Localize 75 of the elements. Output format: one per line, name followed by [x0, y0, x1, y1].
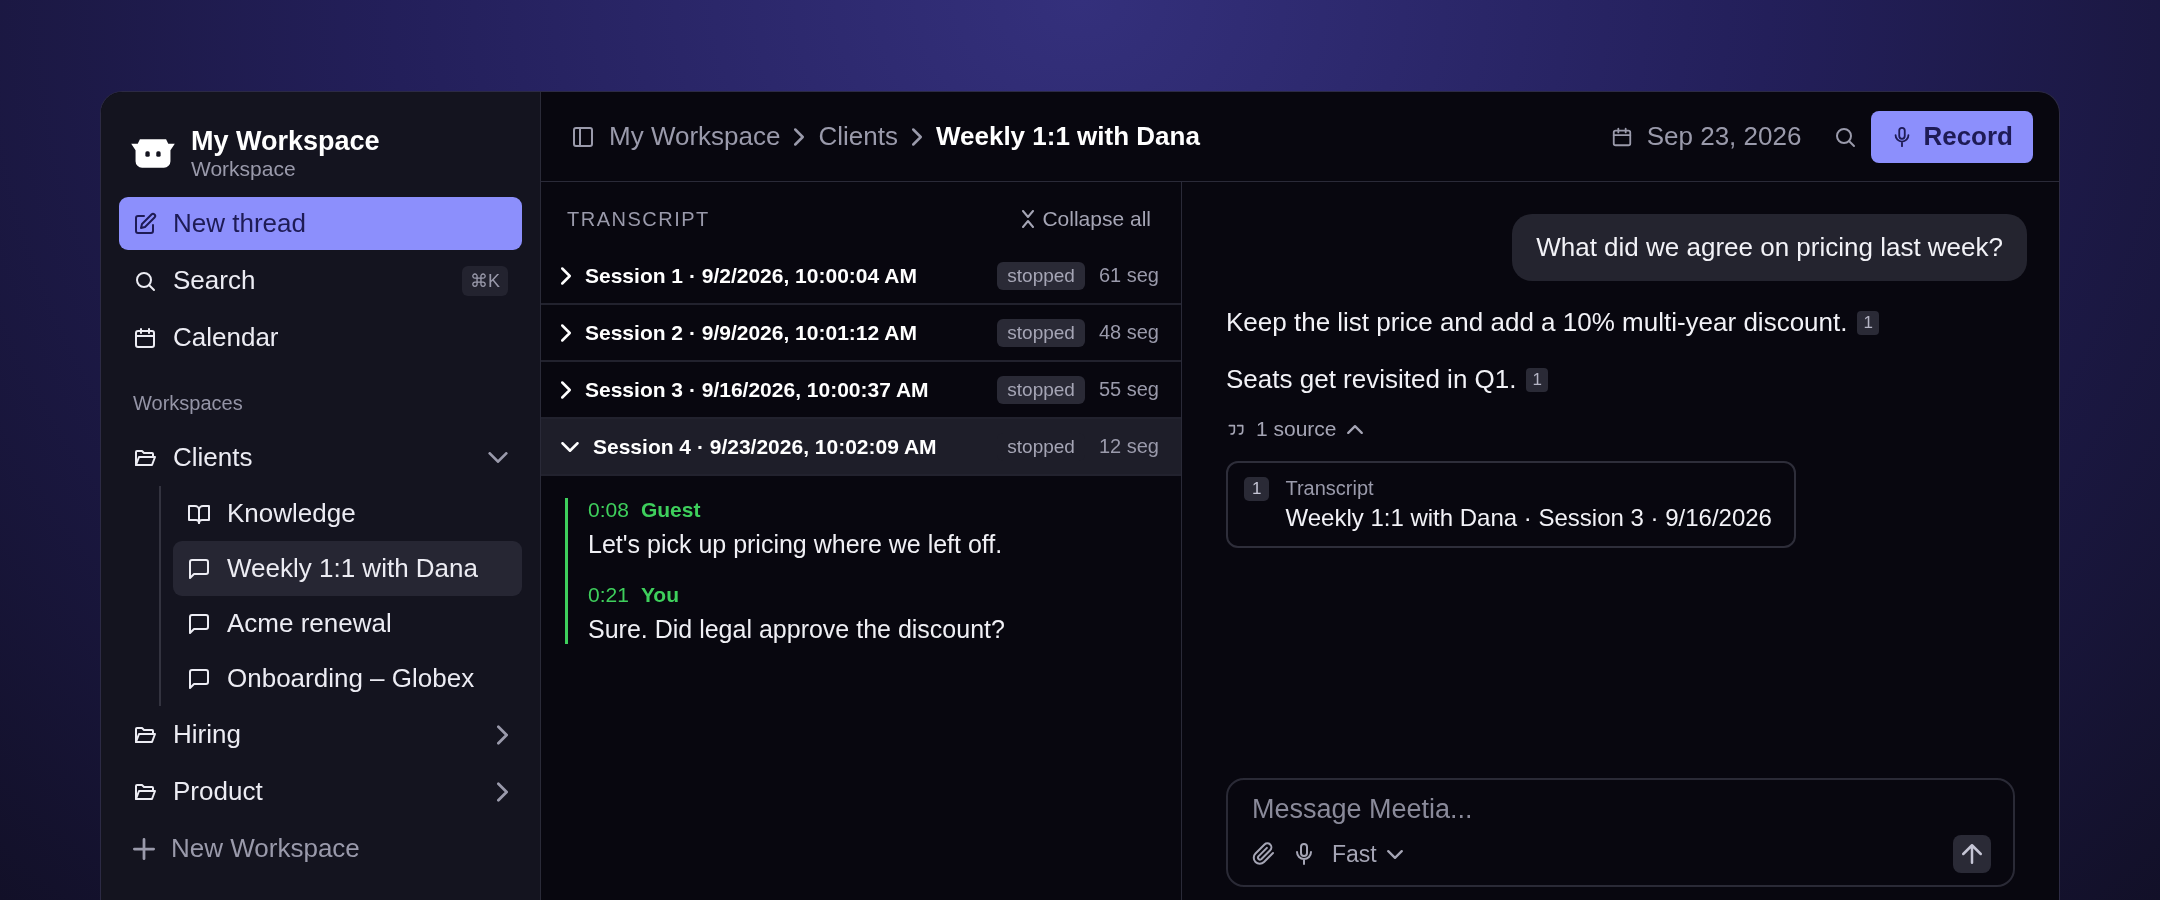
status-badge: stopped: [997, 261, 1085, 290]
folder-item[interactable]: Hiring: [119, 706, 522, 763]
chevron-down-icon: [561, 441, 579, 452]
segment-count: 48 seg: [1098, 321, 1159, 344]
source-title: Weekly 1:1 with Dana · Session 3 · 9/16/2026: [1285, 504, 1772, 532]
chevron-up-icon: [1346, 424, 1363, 434]
chat-bubble-icon: [187, 666, 211, 691]
segment-count: 61 seg: [1098, 264, 1159, 287]
paperclip-icon: [1252, 842, 1276, 866]
section-label: Workspaces: [132, 391, 244, 416]
speaker-name: Guest: [640, 498, 701, 522]
thread-item[interactable]: Knowledge: [173, 486, 522, 541]
chevron-down-icon: [1386, 849, 1403, 859]
segment-count: 12 seg: [1098, 435, 1159, 458]
session-row[interactable]: Session 4 · 9/23/2026, 10:02:09 AM stopped 12 seg: [541, 419, 1181, 476]
plus-icon: [133, 837, 155, 860]
chevron-right-icon: [561, 380, 571, 399]
thread-item[interactable]: Acme renewal: [173, 596, 522, 651]
segment-text: Let's pick up pricing where we left off.: [588, 530, 1004, 559]
folder-item[interactable]: Clients: [119, 429, 522, 486]
session-title: Session 2 · 9/9/2026, 10:01:12 AM: [585, 320, 918, 345]
status-badge: stopped: [997, 375, 1085, 404]
breadcrumb-link[interactable]: Weekly 1:1 with Dana: [935, 121, 1200, 152]
breadcrumb-link[interactable]: Clients: [818, 121, 898, 152]
search-item[interactable]: Search ⌘K: [119, 252, 522, 309]
session-row[interactable]: Session 1 · 9/2/2026, 10:00:04 AM stopped 61 seg: [541, 248, 1181, 305]
mode-dropdown[interactable]: Fast: [1332, 840, 1403, 868]
record-button[interactable]: Record: [1871, 110, 2033, 163]
segment-text: Sure. Did legal approve the discount?: [588, 615, 1006, 644]
source-type: Transcript: [1285, 477, 1375, 500]
collapse-all-button[interactable]: Collapse all: [1016, 206, 1157, 232]
collapse-icon: [1022, 210, 1035, 228]
session-title: Session 4 · 9/23/2026, 10:02:09 AM: [593, 434, 938, 459]
calendar-icon: [133, 325, 157, 350]
breadcrumb-chevron-icon: [911, 127, 922, 146]
shortcut-badge: ⌘K: [462, 265, 508, 296]
citation-badge[interactable]: 1: [1857, 310, 1879, 335]
status-badge: stopped: [997, 318, 1085, 347]
session-title: Session 3 · 9/16/2026, 10:00:37 AM: [585, 377, 930, 402]
chevron-right-icon: [561, 266, 571, 285]
edit-icon: [133, 211, 157, 236]
session-row[interactable]: Session 2 · 9/9/2026, 10:01:12 AM stopped 48 seg: [541, 305, 1181, 362]
arrow-up-icon: [1962, 844, 1982, 864]
message-composer[interactable]: Message Meetia... Fast: [1226, 778, 2015, 887]
breadcrumb-chevron-icon: [794, 127, 805, 146]
workspace-name: My Workspace: [191, 126, 380, 157]
send-button[interactable]: [1953, 835, 1991, 873]
transcript-heading: TRANSCRIPT: [567, 207, 710, 231]
source-card[interactable]: 1 Transcript Weekly 1:1 with Dana · Session 3 · 9/16/2026: [1226, 461, 1796, 548]
assistant-answer-text: Seats get revisited in Q1.: [1226, 364, 1517, 395]
folder-item[interactable]: Product: [119, 763, 522, 820]
robot-logo-icon: [129, 137, 177, 170]
citation-badge[interactable]: 1: [1526, 367, 1548, 392]
speaker-name: You: [640, 583, 679, 607]
thread-item[interactable]: Weekly 1:1 with Dana: [173, 541, 522, 596]
breadcrumb-link[interactable]: My Workspace: [609, 121, 781, 152]
chat-bubble-icon: [187, 556, 211, 581]
calendar-icon: [1610, 125, 1633, 148]
new-thread-button[interactable]: New thread: [119, 197, 522, 250]
thread-item[interactable]: Onboarding – Globex: [173, 651, 522, 706]
session-title: Session 1 · 9/2/2026, 10:00:04 AM: [585, 263, 918, 288]
timestamp: 0:08: [588, 498, 629, 522]
user-message-bubble: What did we agree on pricing last week?: [1512, 214, 2027, 281]
source-number: 1: [1244, 477, 1270, 501]
sidebar-toggle-icon: [571, 124, 595, 149]
segment-count: 55 seg: [1098, 378, 1159, 401]
calendar-item[interactable]: Calendar: [119, 309, 522, 366]
workspace-subtitle: Workspace: [191, 157, 297, 181]
timestamp: 0:21: [588, 583, 629, 607]
sources-toggle[interactable]: 1 source: [1226, 417, 2015, 441]
chevron-right-icon: [561, 323, 571, 342]
date-label: Sep 23, 2026: [1646, 121, 1802, 152]
assistant-answer-text: Keep the list price and add a 10% multi-year discount.: [1226, 307, 1848, 338]
chat-bubble-icon: [187, 611, 211, 636]
new-workspace-button[interactable]: New Workspace: [119, 820, 522, 877]
